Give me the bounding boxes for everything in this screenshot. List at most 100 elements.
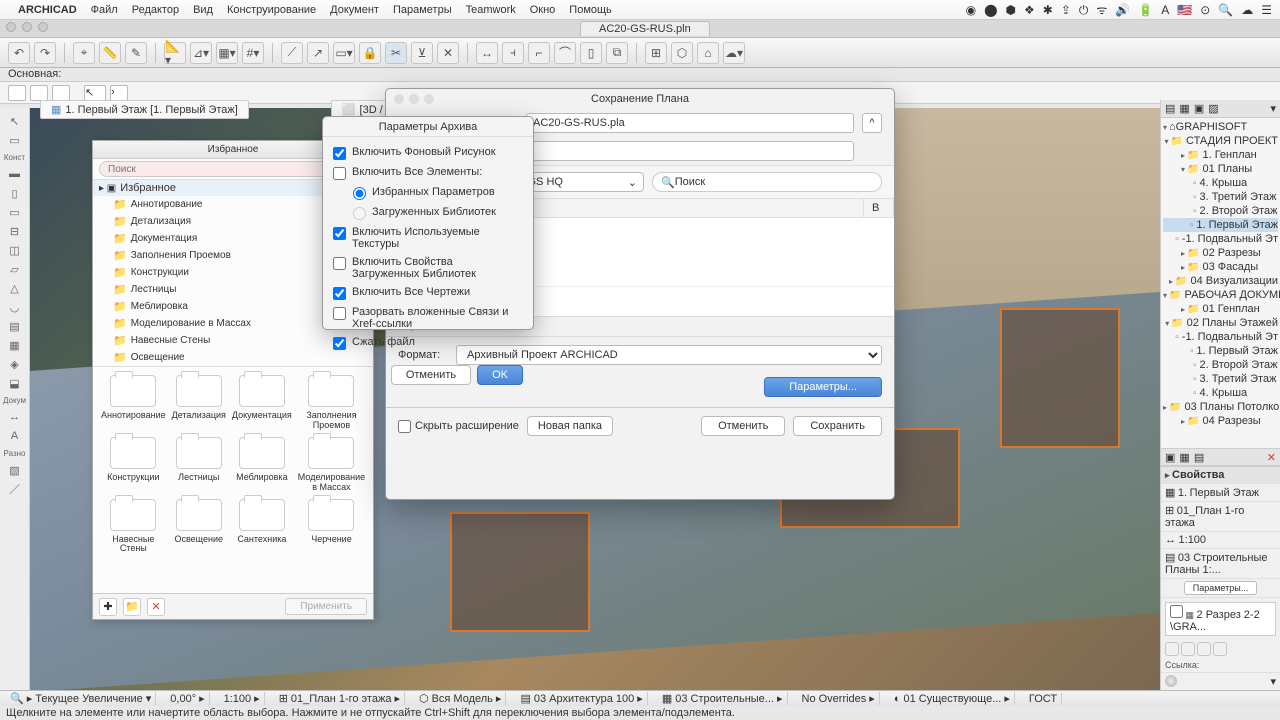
nav-icon[interactable]: ▤ bbox=[1194, 451, 1204, 464]
archive-option[interactable]: Включить Все Чертежи bbox=[333, 283, 523, 303]
tool-corner[interactable]: ⌐ bbox=[528, 42, 550, 64]
fav-grid-item[interactable]: Детализация bbox=[172, 375, 226, 431]
tool-roof[interactable]: △ bbox=[3, 279, 27, 297]
status-icon[interactable]: ◉ bbox=[966, 3, 976, 17]
tool-line2[interactable]: ／ bbox=[3, 480, 27, 498]
view-tab-plan[interactable]: ▦1. Первый Этаж [1. Первый Этаж] bbox=[40, 100, 249, 119]
menu-teamwork[interactable]: Teamwork bbox=[466, 4, 516, 16]
tool-pick[interactable]: ⌖ bbox=[73, 42, 95, 64]
archive-option[interactable]: Разорвать вложенные Связи и Xref-ссылки bbox=[333, 303, 523, 333]
tool-cloud[interactable]: ☁▾ bbox=[723, 42, 745, 64]
tool-door[interactable]: ◫ bbox=[3, 241, 27, 259]
tool-beam[interactable]: ▭ bbox=[3, 203, 27, 221]
new-folder-button[interactable]: Новая папка bbox=[527, 416, 613, 436]
nav-item[interactable]: ▫2. Второй Этаж bbox=[1163, 358, 1278, 372]
nav-tab[interactable]: ▦ bbox=[1179, 102, 1189, 115]
nav-item[interactable]: ▸📁1. Генплан bbox=[1163, 148, 1278, 162]
archive-option[interactable]: Избранных Параметров bbox=[333, 183, 523, 203]
status-icon[interactable]: 🔍 bbox=[1218, 3, 1233, 17]
tool-shell[interactable]: ◡ bbox=[3, 298, 27, 316]
tool-slab[interactable]: ▱ bbox=[3, 260, 27, 278]
mini-btn[interactable] bbox=[52, 85, 70, 101]
tool-angle[interactable]: 📐▾ bbox=[164, 42, 186, 64]
status-icon[interactable]: ⏻ bbox=[1079, 3, 1089, 17]
status-icon[interactable]: ⊙ bbox=[1200, 3, 1210, 17]
tool-line[interactable]: ⟋ bbox=[281, 42, 303, 64]
nav-item[interactable]: ▫1. Первый Этаж bbox=[1163, 218, 1278, 232]
save-search[interactable]: 🔍 Поиск bbox=[652, 172, 882, 192]
tool-snap[interactable]: ⊿▾ bbox=[190, 42, 212, 64]
nav-item[interactable]: ▾📁СТАДИЯ ПРОЕКТ bbox=[1163, 134, 1278, 148]
nav-item[interactable]: ▾📁01 Планы bbox=[1163, 162, 1278, 176]
fav-new[interactable]: ✚ bbox=[99, 598, 117, 616]
tool-window[interactable]: ⊟ bbox=[3, 222, 27, 240]
status-gost[interactable]: ГОСТ bbox=[1025, 693, 1062, 705]
nav-item[interactable]: ▸📁01 Генплан bbox=[1163, 302, 1278, 316]
nav-delete[interactable]: ✕ bbox=[1267, 451, 1276, 464]
nav-root[interactable]: ▾⌂ GRAPHISOFT bbox=[1163, 120, 1278, 134]
menu-view[interactable]: Вид bbox=[193, 4, 213, 16]
p-icon[interactable] bbox=[1181, 642, 1195, 656]
status-icon[interactable]: ⇪ bbox=[1061, 3, 1071, 17]
tool-trim[interactable]: ⊻ bbox=[411, 42, 433, 64]
archive-option[interactable]: Включить Свойства Загруженных Библиотек bbox=[333, 253, 523, 283]
menu-edit[interactable]: Редактор bbox=[132, 4, 179, 16]
status-icon[interactable]: ᯤ bbox=[1096, 3, 1107, 17]
fav-apply[interactable]: Применить bbox=[285, 598, 367, 615]
nav-tab[interactable]: ▨ bbox=[1208, 102, 1218, 115]
tool-split[interactable]: ⫞ bbox=[502, 42, 524, 64]
tool-curtain[interactable]: ▦ bbox=[3, 336, 27, 354]
save-as-input[interactable] bbox=[526, 113, 854, 133]
mini-btn[interactable] bbox=[8, 85, 26, 101]
nav-icon[interactable]: ▣ bbox=[1165, 451, 1175, 464]
archive-option[interactable]: Включить Все Элементы: bbox=[333, 163, 523, 183]
nav-item[interactable]: ▸📁03 Планы Потолко bbox=[1163, 400, 1278, 414]
fav-grid-item[interactable]: Черчение bbox=[298, 499, 365, 555]
fav-grid-item[interactable]: Сантехника bbox=[232, 499, 292, 555]
tool-grid[interactable]: ▦▾ bbox=[216, 42, 238, 64]
status-exist[interactable]: ◐ 01 Существующе... ▸ bbox=[890, 692, 1015, 705]
tool-layers[interactable]: ⧉ bbox=[606, 42, 628, 64]
arrow-tool[interactable]: ↖ bbox=[84, 85, 106, 101]
fav-grid-item[interactable]: Конструкции bbox=[101, 437, 166, 493]
status-arch[interactable]: ▤ 03 Архитектура 100 ▸ bbox=[516, 692, 647, 705]
tool-text[interactable]: A bbox=[3, 427, 27, 445]
nav-item[interactable]: ▫4. Крыша bbox=[1163, 176, 1278, 190]
tool-dim[interactable]: ↔ bbox=[476, 42, 498, 64]
nav-item[interactable]: ▾📁02 Планы Этажей bbox=[1163, 316, 1278, 330]
status-icon[interactable]: ⬢ bbox=[1006, 3, 1016, 17]
nav-item[interactable]: ▫-1. Подвальный Эт bbox=[1163, 232, 1278, 246]
nav-icon[interactable]: ▦ bbox=[1179, 451, 1189, 464]
nav-item[interactable]: ▫4. Крыша bbox=[1163, 386, 1278, 400]
fav-delete[interactable]: ✕ bbox=[147, 598, 165, 616]
nav-item[interactable]: ▫-1. Подвальный Эт bbox=[1163, 330, 1278, 344]
params-button[interactable]: Параметры... bbox=[764, 377, 882, 397]
nav-menu[interactable]: ▾ bbox=[1270, 102, 1276, 115]
status-plan[interactable]: ⊞ 01_План 1-го этажа ▸ bbox=[275, 692, 405, 705]
tool-x[interactable]: ✕ bbox=[437, 42, 459, 64]
zoom-control[interactable]: 🔍 ▸ Текущее Увеличение ▾ bbox=[6, 692, 156, 705]
coord[interactable]: 0,00° ▸ bbox=[166, 692, 209, 705]
nav-item[interactable]: ▫3. Третий Этаж bbox=[1163, 190, 1278, 204]
tool-hash[interactable]: #▾ bbox=[242, 42, 264, 64]
nav-tab[interactable]: ▤ bbox=[1165, 102, 1175, 115]
window-tab[interactable]: AC20-GS-RUS.pln bbox=[580, 21, 710, 36]
fav-grid-item[interactable]: Аннотирование bbox=[101, 375, 166, 431]
status-build[interactable]: ▦ 03 Строительные... ▸ bbox=[658, 692, 788, 705]
tool-undo[interactable]: ↶ bbox=[8, 42, 30, 64]
status-icon[interactable]: ⬤ bbox=[984, 3, 997, 17]
tool-arrow[interactable]: ↖ bbox=[3, 112, 27, 130]
tool-wall[interactable]: ▬ bbox=[3, 165, 27, 183]
p-icon[interactable] bbox=[1165, 642, 1179, 656]
menu-help[interactable]: Помощь bbox=[569, 4, 612, 16]
tool-ruler[interactable]: 📏 bbox=[99, 42, 121, 64]
menu-window[interactable]: Окно bbox=[530, 4, 556, 16]
nav-item[interactable]: ▸📁04 Визуализации bbox=[1163, 274, 1278, 288]
tool-object[interactable]: ⬓ bbox=[3, 374, 27, 392]
fav-grid-item[interactable]: Освещение bbox=[172, 499, 226, 555]
tool-redo[interactable]: ↷ bbox=[34, 42, 56, 64]
archive-ok[interactable]: OK bbox=[477, 365, 523, 385]
menu-construct[interactable]: Конструирование bbox=[227, 4, 316, 16]
nav-item[interactable]: ▫3. Третий Этаж bbox=[1163, 372, 1278, 386]
archive-option[interactable]: Сжать файл bbox=[333, 333, 523, 353]
